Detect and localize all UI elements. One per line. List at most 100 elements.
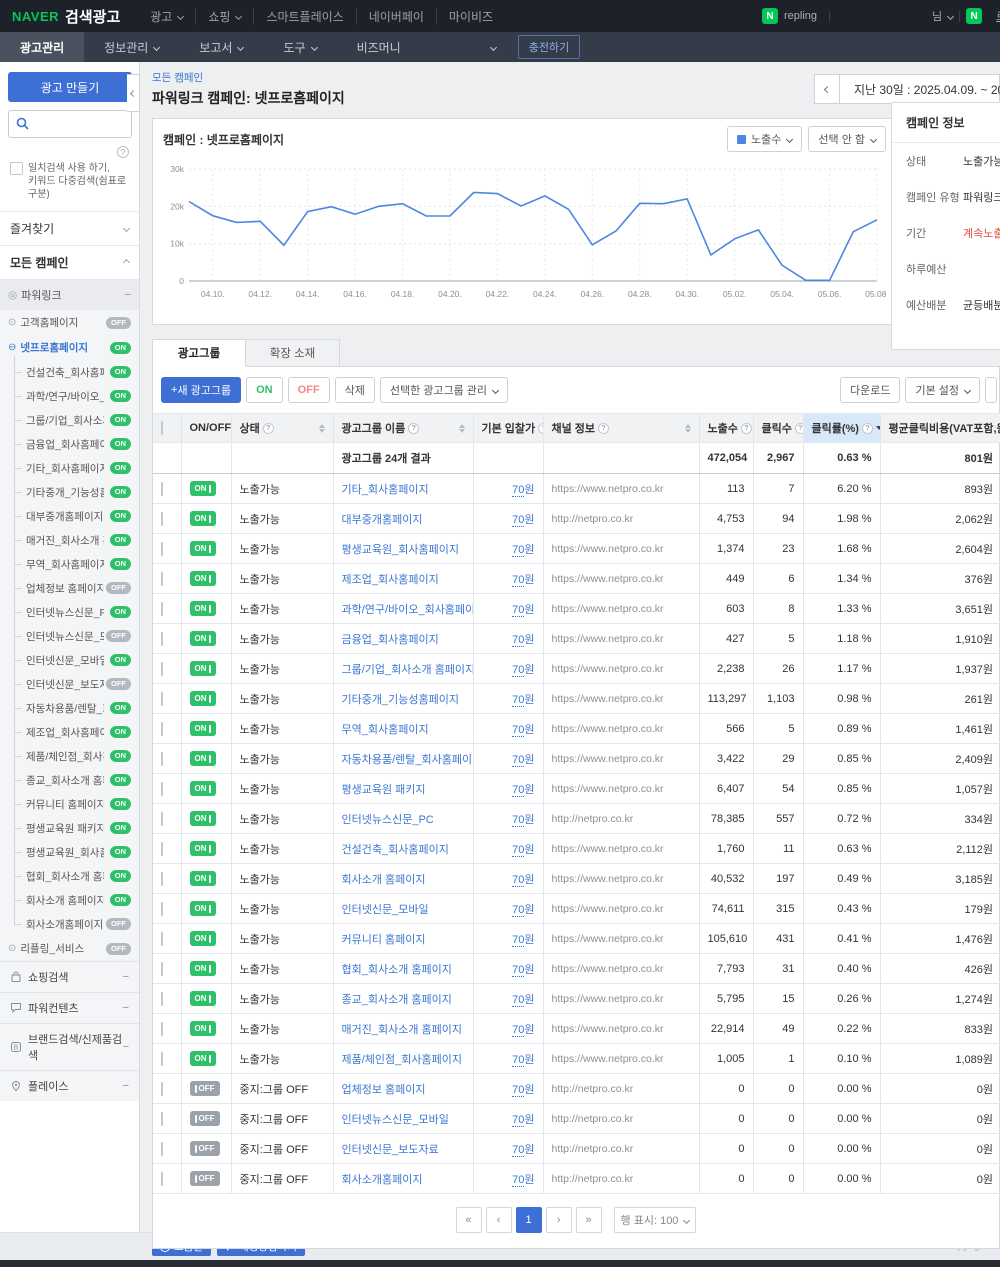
bid-link[interactable]: 70원 [512, 634, 534, 647]
row-checkbox[interactable] [161, 1142, 163, 1156]
naver-pay-icon[interactable]: N [966, 8, 982, 24]
sidebar-section[interactable]: 파워컨텐츠− [0, 992, 139, 1023]
nav-item[interactable]: 광고관리 [0, 32, 84, 62]
adgroup-name-link[interactable]: 기타_회사홈페이지 [342, 484, 429, 496]
toggle-off[interactable]: OFF [190, 1171, 220, 1186]
adgroup-name-link[interactable]: 기타중개_기능성홈페이지 [342, 694, 459, 706]
sidebar-powerlink[interactable]: ◎ 파워링크 − [0, 280, 139, 310]
match-search-checkbox[interactable] [10, 162, 23, 175]
adgroup-name-link[interactable]: 금융업_회사홈페이지 [342, 634, 439, 646]
toggle-on[interactable]: ON [190, 691, 216, 706]
adgroup-name-link[interactable]: 인터넷뉴스신문_모바일 [342, 1114, 449, 1126]
toggle-off[interactable]: OFF [190, 1111, 220, 1126]
nav-item[interactable]: 도구 [263, 32, 336, 62]
topnav-item[interactable]: 광고 [138, 8, 195, 25]
bid-link[interactable]: 70원 [512, 784, 534, 797]
toggle-on[interactable]: ON [190, 871, 216, 886]
toggle-on[interactable]: ON [190, 931, 216, 946]
collapse-icon[interactable]: − [123, 971, 129, 983]
column-header[interactable]: 클릭률(%)? [803, 414, 880, 443]
sidebar-adgroup[interactable]: 업체정보 홈페이지OFF [0, 576, 139, 600]
tab-adgroups[interactable]: 광고그룹 [152, 339, 246, 367]
create-ad-button[interactable]: 광고 만들기 [8, 72, 132, 102]
adgroup-name-link[interactable]: 무역_회사홈페이지 [342, 724, 429, 736]
toggle-on[interactable]: ON [190, 961, 216, 976]
bulk-off-button[interactable]: OFF [288, 377, 330, 403]
collapse-icon[interactable]: − [123, 1002, 129, 1014]
column-header[interactable]: 채널 정보? [543, 414, 699, 443]
bulk-on-button[interactable]: ON [246, 377, 283, 403]
row-checkbox[interactable] [161, 482, 163, 496]
nav-item[interactable]: 비즈머니 [337, 32, 421, 62]
account-id[interactable]: repling [784, 10, 817, 22]
row-checkbox[interactable] [161, 662, 163, 676]
sidebar-adgroup[interactable]: 회사소개홈페이지OFF [0, 912, 139, 936]
bid-link[interactable]: 70원 [512, 604, 534, 617]
row-checkbox[interactable] [161, 572, 163, 586]
delete-button[interactable]: 삭제 [335, 377, 375, 403]
bid-link[interactable]: 70원 [512, 484, 534, 497]
sidebar-adgroup[interactable]: 대부중개홈페이지ON [0, 504, 139, 528]
bid-link[interactable]: 70원 [512, 574, 534, 587]
breadcrumb[interactable]: 모든 캠페인 [152, 70, 345, 85]
sidebar-adgroup[interactable]: 협회_회사소개 홈페이지ON [0, 864, 139, 888]
sidebar-adgroup[interactable]: 인터넷신문_모바일ON [0, 648, 139, 672]
bid-link[interactable]: 70원 [512, 754, 534, 767]
adgroup-name-link[interactable]: 평생교육원 패키지 [342, 784, 426, 796]
column-header[interactable]: 클릭수? [753, 414, 803, 443]
sort-icon[interactable] [319, 424, 325, 433]
bid-link[interactable]: 70원 [512, 694, 534, 707]
row-checkbox[interactable] [161, 932, 163, 946]
adgroup-name-link[interactable]: 평생교육원_회사홈페이지 [342, 544, 459, 556]
bid-link[interactable]: 70원 [512, 514, 534, 527]
column-header[interactable]: 기본 입찰가? [473, 414, 543, 443]
bid-link[interactable]: 70원 [512, 1024, 534, 1037]
collapse-icon[interactable]: − [123, 1080, 129, 1092]
sidebar-campaign[interactable]: ⊖넷프로홈페이지ON [0, 335, 139, 360]
sidebar-section[interactable]: 쇼핑검색− [0, 961, 139, 992]
row-checkbox[interactable] [161, 812, 163, 826]
column-header[interactable]: 노출수? [699, 414, 753, 443]
default-settings-dropdown[interactable]: 기본 설정 [905, 377, 980, 403]
account-menu[interactable]: 님 [932, 8, 953, 24]
column-header[interactable]: 광고그룹 이름? [333, 414, 473, 443]
page-number-button[interactable]: 1 [516, 1207, 542, 1233]
column-header[interactable]: 상태? [231, 414, 333, 443]
select-all-checkbox[interactable] [161, 421, 163, 435]
column-header[interactable]: ON/OFF? [181, 414, 231, 443]
adgroup-name-link[interactable]: 매거진_회사소개 홈페이지 [342, 1024, 463, 1036]
help-icon[interactable]: ? [408, 423, 419, 434]
sidebar-adgroup[interactable]: 커뮤니티 홈페이지ON [0, 792, 139, 816]
toggle-on[interactable]: ON [190, 481, 216, 496]
sidebar-adgroup[interactable]: 제품/체인점_회사홈페…ON [0, 744, 139, 768]
row-checkbox[interactable] [161, 1052, 163, 1066]
sidebar-adgroup[interactable]: 그룹/기업_회사소개 …ON [0, 408, 139, 432]
bid-link[interactable]: 70원 [512, 1174, 534, 1187]
sidebar-adgroup[interactable]: 건설건축_회사홈페이지ON [0, 360, 139, 384]
sidebar-collapse-handle[interactable] [127, 74, 140, 112]
row-checkbox[interactable] [161, 512, 163, 526]
download-button[interactable]: 다운로드 [840, 377, 900, 403]
toggle-on[interactable]: ON [190, 661, 216, 676]
page-first-button[interactable]: « [456, 1207, 482, 1233]
help-icon[interactable]: ? [263, 423, 274, 434]
row-checkbox[interactable] [161, 542, 163, 556]
toggle-on[interactable]: ON [190, 541, 216, 556]
adgroup-name-link[interactable]: 종교_회사소개 홈페이지 [342, 994, 452, 1006]
compare-select[interactable]: 선택 안 함 [808, 126, 886, 152]
row-checkbox[interactable] [161, 632, 163, 646]
topnav-item[interactable]: 쇼핑 [195, 8, 253, 25]
bid-link[interactable]: 70원 [512, 964, 534, 977]
row-checkbox[interactable] [161, 1082, 163, 1096]
sidebar-adgroup[interactable]: 과학/연구/바이오_회…ON [0, 384, 139, 408]
sidebar-adgroup[interactable]: 종교_회사소개 홈페이지ON [0, 768, 139, 792]
bid-link[interactable]: 70원 [512, 1144, 534, 1157]
adgroup-name-link[interactable]: 자동차용품/렌탈_회사홈페이지 [342, 754, 474, 766]
bid-link[interactable]: 70원 [512, 934, 534, 947]
tab-extensions[interactable]: 확장 소재 [246, 339, 340, 367]
nav-item[interactable]: 정보관리 [84, 32, 179, 62]
bid-link[interactable]: 70원 [512, 664, 534, 677]
row-checkbox[interactable] [161, 902, 163, 916]
row-checkbox[interactable] [161, 992, 163, 1006]
page-next-button[interactable]: › [546, 1207, 572, 1233]
